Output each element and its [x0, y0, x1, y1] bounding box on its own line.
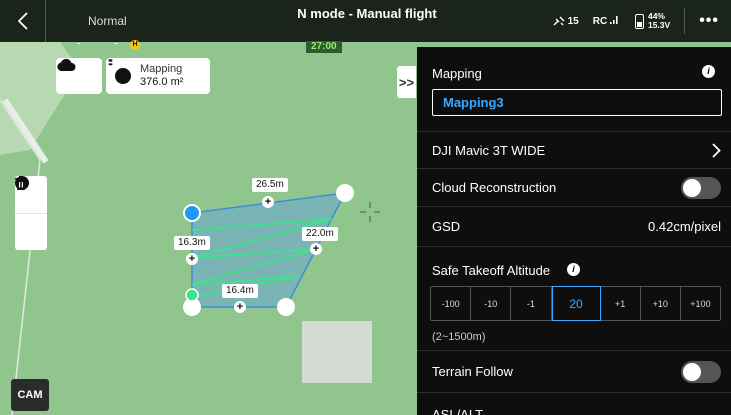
flight-mode-label[interactable]: Normal	[88, 14, 127, 28]
cloud-reconstruction-toggle[interactable]	[681, 176, 721, 199]
chevron-left-icon	[17, 12, 28, 30]
chevron-right-icon	[712, 142, 721, 158]
info-icon[interactable]: i	[702, 65, 715, 78]
mapping-name-input[interactable]	[432, 89, 722, 116]
status-group: 15 RC 44% 15.3V •••	[553, 0, 731, 42]
vertex	[277, 298, 295, 316]
distance-label-right: 22.0m	[302, 227, 338, 241]
mapping-title: Mapping	[432, 66, 482, 81]
flight-timer: 27:00	[306, 41, 342, 53]
save-icon	[106, 58, 131, 84]
add-point-icon[interactable]: +	[310, 243, 322, 255]
cloud-icon	[57, 58, 76, 71]
safe-takeoff-label: Safe Takeoff Altitude	[432, 263, 551, 278]
camera-row[interactable]: DJI Mavic 3T WIDE	[417, 132, 731, 169]
mapping-name-row: Mapping i	[417, 47, 731, 132]
asl-alt-label: ASL/ALT	[432, 407, 484, 415]
step-minus-1[interactable]: -1	[511, 287, 552, 320]
battery-status[interactable]: 44% 15.3V	[634, 8, 686, 34]
step-minus-10[interactable]: -10	[471, 287, 512, 320]
step-plus-100[interactable]: +100	[681, 287, 720, 320]
gsd-row: GSD 0.42cm/pixel	[417, 207, 731, 247]
settings-panel: Mapping i DJI Mavic 3T WIDE Cloud Recons…	[417, 47, 731, 415]
terrain-follow-row: Terrain Follow	[417, 351, 731, 393]
asl-alt-row[interactable]: ASL/ALT	[417, 393, 731, 415]
map-tool-palette	[15, 176, 47, 250]
terrain-follow-label: Terrain Follow	[432, 364, 513, 379]
step-plus-10[interactable]: +10	[641, 287, 681, 320]
altitude-value[interactable]: 20	[551, 286, 601, 321]
cam-button[interactable]: CAM	[11, 379, 49, 411]
back-button[interactable]	[0, 0, 46, 42]
add-point-icon[interactable]: +	[234, 301, 246, 313]
rc-signal[interactable]: RC	[593, 15, 619, 27]
map-building	[302, 321, 372, 383]
cloud-button[interactable]	[56, 58, 102, 94]
add-point-icon[interactable]: +	[262, 196, 274, 208]
mapping-area-card[interactable]: Mapping 376.0 m²	[106, 58, 210, 94]
step-minus-100[interactable]: -100	[431, 287, 472, 320]
delete-button[interactable]	[15, 176, 47, 250]
info-icon[interactable]: i	[567, 263, 580, 276]
battery-icon	[634, 13, 644, 29]
satellite-count: 15	[567, 15, 579, 27]
top-bar: Normal N mode - Manual flight 15 RC 44% …	[0, 0, 731, 42]
more-button[interactable]: •••	[699, 12, 719, 30]
distance-label-top: 26.5m	[252, 178, 288, 192]
home-marker: H	[130, 40, 140, 50]
signal-bars-icon	[609, 16, 618, 24]
add-point-icon[interactable]: +	[186, 253, 198, 265]
cloud-reconstruction-row: Cloud Reconstruction	[417, 169, 731, 207]
collapse-panel-button[interactable]: >>	[397, 66, 416, 98]
gsd-label: GSD	[432, 219, 461, 234]
altitude-stepper: -100 -10 -1 20 +1 +10 +100	[430, 286, 721, 321]
camera-label: DJI Mavic 3T WIDE	[432, 142, 546, 158]
vertex	[336, 184, 354, 202]
gsd-value: 0.42cm/pixel	[648, 219, 721, 234]
flight-title: N mode - Manual flight	[297, 6, 437, 21]
distance-label-left: 16.3m	[174, 236, 210, 250]
cloud-reconstruction-label: Cloud Reconstruction	[432, 180, 557, 195]
mode-progress-line	[77, 43, 118, 44]
mapping-area-value: 376.0 m²	[140, 76, 184, 88]
rc-label: RC	[592, 16, 608, 27]
trash-icon	[15, 176, 27, 190]
distance-label-bottom: 16.4m	[222, 284, 258, 298]
terrain-follow-toggle[interactable]	[681, 360, 721, 383]
satellite-icon	[553, 16, 565, 25]
mapping-area-label: Mapping	[140, 63, 183, 75]
vertex-start	[183, 204, 201, 222]
battery-voltage: 15.3V	[647, 20, 671, 30]
step-plus-1[interactable]: +1	[601, 287, 641, 320]
route-start-marker	[185, 288, 199, 302]
survey-area-polygon	[191, 192, 347, 308]
altitude-range: (2~1500m)	[432, 331, 486, 343]
crosshair-icon	[360, 202, 380, 222]
satellite-status[interactable]: 15	[553, 16, 579, 27]
